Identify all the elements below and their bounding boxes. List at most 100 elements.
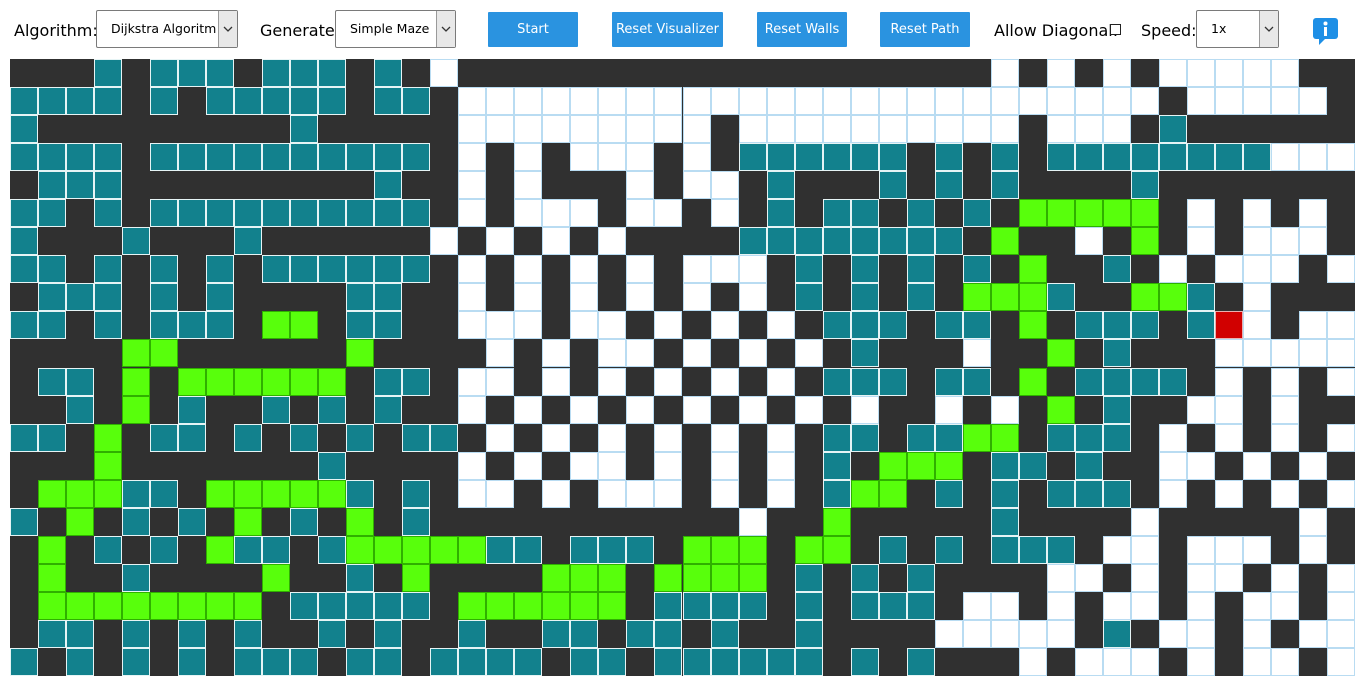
visited-cell[interactable] [514, 647, 543, 676]
visited-cell[interactable] [682, 591, 711, 620]
path-cell[interactable] [38, 591, 67, 620]
path-cell[interactable] [682, 563, 711, 592]
path-cell[interactable] [710, 563, 739, 592]
open-cell[interactable] [654, 479, 683, 508]
visited-cell[interactable] [486, 647, 515, 676]
open-cell[interactable] [1326, 311, 1355, 340]
open-cell[interactable] [934, 395, 963, 424]
start-button[interactable]: Start [488, 12, 578, 47]
open-cell[interactable] [822, 115, 851, 144]
path-cell[interactable] [962, 423, 991, 452]
open-cell[interactable] [458, 255, 487, 284]
path-cell[interactable] [206, 367, 235, 396]
visited-cell[interactable] [262, 535, 291, 564]
visited-cell[interactable] [178, 311, 207, 340]
visited-cell[interactable] [878, 535, 907, 564]
visited-cell[interactable] [402, 87, 431, 116]
visited-cell[interactable] [290, 591, 319, 620]
open-cell[interactable] [738, 395, 767, 424]
open-cell[interactable] [1298, 619, 1327, 648]
open-cell[interactable] [626, 339, 655, 368]
open-cell[interactable] [542, 339, 571, 368]
visited-cell[interactable] [822, 423, 851, 452]
visited-cell[interactable] [178, 507, 207, 536]
open-cell[interactable] [542, 423, 571, 452]
open-cell[interactable] [710, 255, 739, 284]
visited-cell[interactable] [934, 423, 963, 452]
open-cell[interactable] [850, 87, 879, 116]
open-cell[interactable] [1214, 339, 1243, 368]
visited-cell[interactable] [346, 647, 375, 676]
visited-cell[interactable] [850, 367, 879, 396]
visited-cell[interactable] [94, 87, 123, 116]
visited-cell[interactable] [150, 143, 179, 172]
open-cell[interactable] [458, 395, 487, 424]
visited-cell[interactable] [290, 143, 319, 172]
open-cell[interactable] [934, 87, 963, 116]
open-cell[interactable] [1326, 423, 1355, 452]
visited-cell[interactable] [374, 283, 403, 312]
visited-cell[interactable] [990, 451, 1019, 480]
open-cell[interactable] [990, 87, 1019, 116]
visited-cell[interactable] [738, 143, 767, 172]
visited-cell[interactable] [934, 143, 963, 172]
visited-cell[interactable] [262, 255, 291, 284]
visited-cell[interactable] [1158, 143, 1187, 172]
open-cell[interactable] [570, 87, 599, 116]
visited-cell[interactable] [150, 423, 179, 452]
visited-cell[interactable] [178, 619, 207, 648]
open-cell[interactable] [766, 451, 795, 480]
visited-cell[interactable] [290, 59, 319, 88]
open-cell[interactable] [1130, 535, 1159, 564]
open-cell[interactable] [794, 339, 823, 368]
open-cell[interactable] [1074, 647, 1103, 676]
visited-cell[interactable] [262, 59, 291, 88]
visited-cell[interactable] [1214, 143, 1243, 172]
open-cell[interactable] [1270, 395, 1299, 424]
visited-cell[interactable] [962, 367, 991, 396]
open-cell[interactable] [1242, 255, 1271, 284]
visited-cell[interactable] [66, 171, 95, 200]
visited-cell[interactable] [1242, 143, 1271, 172]
open-cell[interactable] [626, 479, 655, 508]
open-cell[interactable] [682, 255, 711, 284]
open-cell[interactable] [1326, 367, 1355, 396]
path-cell[interactable] [794, 535, 823, 564]
path-cell[interactable] [430, 535, 459, 564]
visited-cell[interactable] [794, 563, 823, 592]
visited-cell[interactable] [1102, 479, 1131, 508]
open-cell[interactable] [598, 339, 627, 368]
visited-cell[interactable] [766, 199, 795, 228]
visited-cell[interactable] [1102, 619, 1131, 648]
open-cell[interactable] [682, 143, 711, 172]
visited-cell[interactable] [178, 647, 207, 676]
visited-cell[interactable] [570, 647, 599, 676]
visited-cell[interactable] [1046, 535, 1075, 564]
open-cell[interactable] [962, 87, 991, 116]
open-cell[interactable] [1214, 395, 1243, 424]
visited-cell[interactable] [122, 619, 151, 648]
open-cell[interactable] [1270, 339, 1299, 368]
info-icon[interactable] [1313, 18, 1339, 45]
open-cell[interactable] [1270, 227, 1299, 256]
visited-cell[interactable] [346, 423, 375, 452]
visited-cell[interactable] [1102, 395, 1131, 424]
visited-cell[interactable] [878, 367, 907, 396]
visited-cell[interactable] [150, 283, 179, 312]
open-cell[interactable] [1046, 619, 1075, 648]
open-cell[interactable] [1130, 507, 1159, 536]
open-cell[interactable] [1102, 647, 1131, 676]
path-cell[interactable] [262, 367, 291, 396]
open-cell[interactable] [710, 451, 739, 480]
visited-cell[interactable] [1046, 143, 1075, 172]
open-cell[interactable] [1298, 199, 1327, 228]
open-cell[interactable] [934, 115, 963, 144]
open-cell[interactable] [1242, 535, 1271, 564]
path-cell[interactable] [738, 535, 767, 564]
visited-cell[interactable] [150, 87, 179, 116]
open-cell[interactable] [570, 395, 599, 424]
open-cell[interactable] [486, 115, 515, 144]
visited-cell[interactable] [682, 647, 711, 676]
visited-cell[interactable] [570, 619, 599, 648]
visited-cell[interactable] [178, 395, 207, 424]
